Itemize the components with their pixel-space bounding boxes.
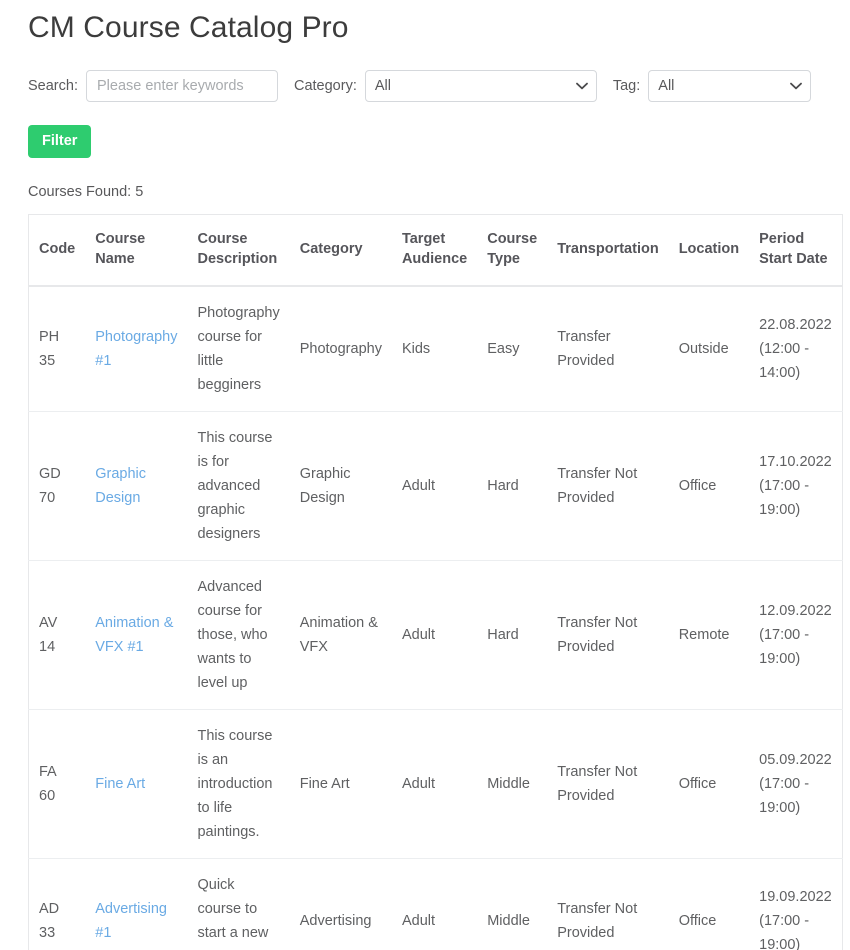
cell-target-audience: Adult xyxy=(391,411,478,561)
course-catalog-page: CM Course Catalog Pro Search: Category: … xyxy=(0,0,850,950)
table-row: PH 35 Photography #1 Photography course … xyxy=(29,286,843,412)
cell-target-audience: Adult xyxy=(391,709,478,859)
cell-transportation: Transfer Not Provided xyxy=(547,411,669,561)
cell-location: Office xyxy=(668,411,750,561)
cell-course-name: Fine Art xyxy=(85,709,188,859)
cell-description: Advanced course for those, who wants to … xyxy=(187,560,290,710)
cell-description: Photography course for little begginers xyxy=(197,305,280,393)
category-select-wrap: All xyxy=(364,70,597,102)
cell-code: PH 35 xyxy=(39,329,60,369)
cell-course-name: Photography #1 xyxy=(85,286,187,412)
column-header-description: Course Description xyxy=(187,214,290,287)
cell-course-type: Hard xyxy=(477,560,548,710)
cell-target-audience: Kids xyxy=(401,341,431,357)
cell-transportation: Transfer Not Provided xyxy=(547,560,669,710)
filter-button[interactable]: Filter xyxy=(28,125,92,158)
category-label: Category: xyxy=(293,78,357,94)
cell-course-name: Animation & VFX #1 xyxy=(85,560,188,710)
page-title: CM Course Catalog Pro xyxy=(28,11,349,44)
cell-code: AD 33 xyxy=(28,858,86,950)
cell-location: Office xyxy=(668,709,750,859)
column-header-transportation: Transportation xyxy=(547,214,669,287)
course-name-link[interactable]: Animation & VFX #1 xyxy=(95,615,173,655)
column-header-category: Category xyxy=(289,214,392,287)
cell-period-start-date: 19.09.2022 (17:00 - 19:00) xyxy=(749,858,843,950)
course-name-link[interactable]: Advertising #1 xyxy=(95,901,167,941)
category-select[interactable]: All xyxy=(364,70,597,102)
column-header-period-start-date: Period Start Date xyxy=(749,214,843,287)
search-input[interactable] xyxy=(85,70,278,102)
cell-transportation: Transfer Not Provided xyxy=(547,858,669,950)
search-label: Search: xyxy=(28,78,78,94)
cell-category: Photography xyxy=(299,341,382,357)
cell-description: This course is an introduction to life p… xyxy=(187,709,290,859)
cell-code: GD 70 xyxy=(28,411,86,561)
cell-course-type: Hard xyxy=(477,411,548,561)
cell-target-audience: Adult xyxy=(391,560,478,710)
category-select-value: All xyxy=(374,78,391,94)
courses-table: Code Course Name Course Description Cate… xyxy=(28,214,843,950)
column-header-location: Location xyxy=(668,214,750,287)
cell-period-start-date: 22.08.2022 (12:00 - 14:00) xyxy=(759,317,832,381)
table-row: GD 70 Graphic Design This course is for … xyxy=(28,411,843,561)
cell-course-type: Middle xyxy=(477,709,548,859)
cell-course-name: Graphic Design xyxy=(85,411,188,561)
cell-description: This course is for advanced graphic desi… xyxy=(187,411,290,561)
cell-course-type: Easy xyxy=(487,341,520,357)
filter-bar: Search: Category: All Tag: All xyxy=(28,70,822,102)
tag-select-value: All xyxy=(658,78,675,94)
column-header-code: Code xyxy=(28,214,86,287)
tag-field-group: Tag: All xyxy=(612,70,812,102)
cell-transportation: Transfer Not Provided xyxy=(547,709,669,859)
cell-period-start-date: 12.09.2022 (17:00 - 19:00) xyxy=(749,560,843,710)
column-header-target-audience: Target Audience xyxy=(391,214,478,287)
cell-location: Outside xyxy=(678,341,729,357)
tag-select[interactable]: All xyxy=(648,70,812,102)
table-head: Code Course Name Course Description Cate… xyxy=(28,214,843,287)
cell-course-name: Advertising #1 xyxy=(85,858,188,950)
table-row: FA 60 Fine Art This course is an introdu… xyxy=(28,709,843,859)
cell-period-start-date: 05.09.2022 (17:00 - 19:00) xyxy=(749,709,843,859)
cell-code: FA 60 xyxy=(28,709,86,859)
tag-label: Tag: xyxy=(612,78,641,94)
cell-location: Office xyxy=(668,858,750,950)
courses-found-text: Courses Found: 5 xyxy=(28,184,144,200)
column-header-course-type: Course Type xyxy=(477,214,548,287)
cell-location: Remote xyxy=(668,560,750,710)
cell-category: Graphic Design xyxy=(289,411,392,561)
course-name-link[interactable]: Fine Art xyxy=(95,776,145,792)
cell-category: Animation & VFX xyxy=(289,560,392,710)
category-field-group: Category: All xyxy=(294,70,597,102)
cell-category: Fine Art xyxy=(289,709,392,859)
tag-select-wrap: All xyxy=(648,70,812,102)
cell-target-audience: Adult xyxy=(391,858,478,950)
cell-description: Quick course to start a new career xyxy=(187,858,290,950)
table-header-row: Code Course Name Course Description Cate… xyxy=(28,214,843,287)
course-name-link[interactable]: Photography #1 xyxy=(95,329,177,369)
table-row: AV 14 Animation & VFX #1 Advanced course… xyxy=(28,560,843,710)
table-body: PH 35 Photography #1 Photography course … xyxy=(28,286,843,950)
cell-category: Advertising xyxy=(289,858,392,950)
table-row: AD 33 Advertising #1 Quick course to sta… xyxy=(28,858,843,950)
cell-period-start-date: 17.10.2022 (17:00 - 19:00) xyxy=(749,411,843,561)
search-field-group: Search: xyxy=(28,70,278,102)
column-header-course-name: Course Name xyxy=(85,214,188,287)
cell-code: AV 14 xyxy=(28,560,86,710)
cell-course-type: Middle xyxy=(477,858,548,950)
cell-transportation: Transfer Provided xyxy=(557,329,615,369)
course-name-link[interactable]: Graphic Design xyxy=(95,466,146,506)
